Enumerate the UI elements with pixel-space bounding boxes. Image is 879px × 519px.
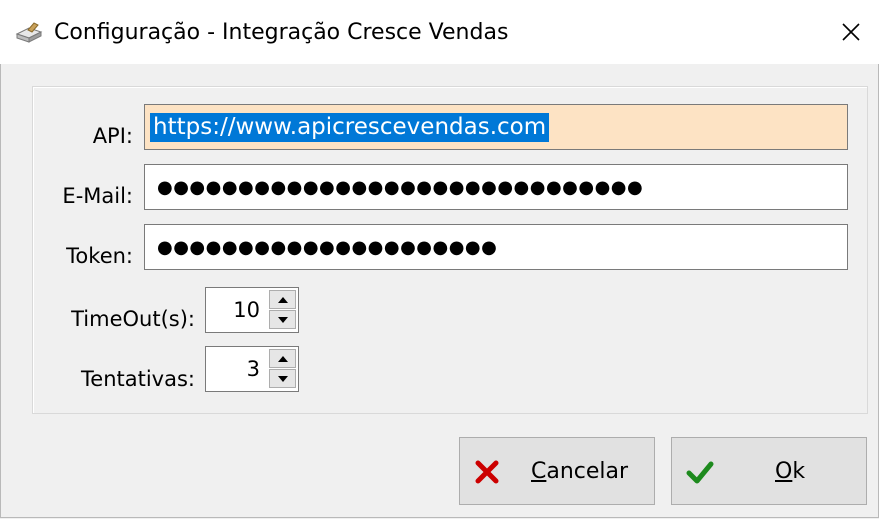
arrow-up-icon: [277, 355, 288, 362]
cancel-button[interactable]: Cancelar: [459, 437, 655, 505]
timeout-stepper[interactable]: 10: [205, 287, 299, 333]
token-label: Token:: [66, 244, 133, 268]
close-icon: [842, 23, 860, 41]
token-input[interactable]: ●●●●●●●●●●●●●●●●●●●●●: [144, 224, 848, 270]
token-masked-value: ●●●●●●●●●●●●●●●●●●●●●: [157, 237, 498, 258]
cancel-label: Cancelar: [531, 459, 629, 484]
api-input[interactable]: https://www.apicrescevendas.com: [144, 104, 848, 150]
title-bar: Configuração - Integração Cresce Vendas: [0, 0, 879, 64]
ok-label: Ok: [775, 459, 806, 484]
check-icon: [686, 461, 714, 484]
ok-button[interactable]: Ok: [671, 437, 867, 505]
close-button[interactable]: [823, 0, 879, 64]
tentativas-value: 3: [246, 357, 260, 381]
api-label: API:: [92, 124, 133, 148]
app-icon: [15, 22, 43, 43]
timeout-up-button[interactable]: [269, 290, 296, 309]
window-title: Configuração - Integração Cresce Vendas: [54, 20, 509, 45]
tentativas-label: Tentativas:: [81, 367, 195, 391]
arrow-up-icon: [277, 296, 288, 303]
email-masked-value: ●●●●●●●●●●●●●●●●●●●●●●●●●●●●●●: [157, 177, 644, 198]
tentativas-up-button[interactable]: [269, 349, 296, 368]
arrow-down-icon: [277, 375, 288, 382]
x-icon: [475, 460, 499, 484]
timeout-value: 10: [233, 298, 260, 322]
tentativas-down-button[interactable]: [269, 369, 296, 388]
arrow-down-icon: [277, 316, 288, 323]
email-label: E-Mail:: [62, 184, 133, 208]
timeout-label: TimeOut(s):: [71, 307, 195, 331]
timeout-down-button[interactable]: [269, 310, 296, 329]
api-value: https://www.apicrescevendas.com: [150, 113, 550, 142]
email-input[interactable]: ●●●●●●●●●●●●●●●●●●●●●●●●●●●●●●: [144, 164, 848, 210]
tentativas-stepper[interactable]: 3: [205, 346, 299, 392]
